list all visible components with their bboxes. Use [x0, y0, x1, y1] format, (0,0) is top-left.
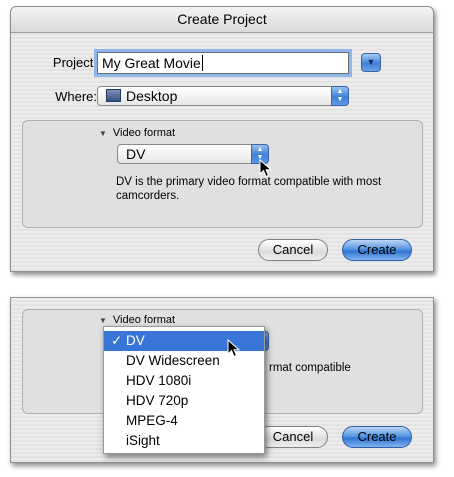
create-button[interactable]: Create [342, 426, 412, 448]
menu-item-hdv-720p[interactable]: HDV 720p [104, 391, 264, 411]
mouse-pointer-icon [227, 339, 241, 358]
disclosure-triangle-icon: ▼ [99, 316, 107, 325]
menu-item-label: MPEG-4 [126, 413, 178, 428]
expand-browser-button[interactable]: ▼ [361, 53, 381, 72]
video-format-group: ▼ Video format DV ▲ ▼ DV is the primary vi… [22, 120, 423, 228]
where-popup[interactable]: Desktop ▲ ▼ [97, 86, 349, 106]
menu-item-label: DV Widescreen [126, 353, 220, 368]
create-project-dialog: Create Project Project: My Great Movie ▼… [10, 6, 434, 272]
menu-item-label: DV [126, 333, 145, 348]
disclosure-label: Video format [112, 314, 176, 326]
triangle-down-icon: ▼ [366, 57, 376, 67]
project-name-input[interactable]: My Great Movie [97, 52, 349, 74]
where-label: Where: [55, 89, 97, 104]
dialog-title: Create Project [11, 7, 433, 33]
menu-item-label: iSight [126, 433, 160, 448]
checkmark-icon: ✓ [111, 333, 123, 348]
project-name-value: My Great Movie [102, 55, 201, 71]
video-format-description: DV is the primary video format compatibl… [116, 176, 382, 202]
menu-item-hdv-1080i[interactable]: HDV 1080i [104, 371, 264, 391]
create-button[interactable]: Create [342, 239, 412, 261]
cancel-button[interactable]: Cancel [258, 426, 328, 448]
text-caret [201, 55, 203, 71]
video-format-description-partial: rmat compatible [269, 362, 351, 374]
disclosure-triangle-icon: ▼ [99, 129, 107, 138]
video-format-value: DV [126, 146, 146, 162]
video-format-popup[interactable]: DV ▲ ▼ [117, 144, 269, 164]
menu-item-mpeg4[interactable]: MPEG-4 [104, 411, 264, 431]
menu-item-label: HDV 720p [126, 393, 189, 408]
menu-item-isight[interactable]: iSight [104, 431, 264, 451]
popup-arrows-icon: ▲▼ [331, 86, 349, 106]
project-label: Project: [52, 55, 97, 70]
where-value: Desktop [126, 88, 178, 104]
disclosure-label: Video format [112, 127, 176, 139]
video-format-disclosure[interactable]: ▼ Video format [99, 314, 175, 326]
cancel-button[interactable]: Cancel [258, 239, 328, 261]
desktop-folder-icon [106, 89, 121, 102]
video-format-disclosure[interactable]: ▼ Video format [99, 127, 175, 139]
menu-item-label: HDV 1080i [126, 373, 192, 388]
